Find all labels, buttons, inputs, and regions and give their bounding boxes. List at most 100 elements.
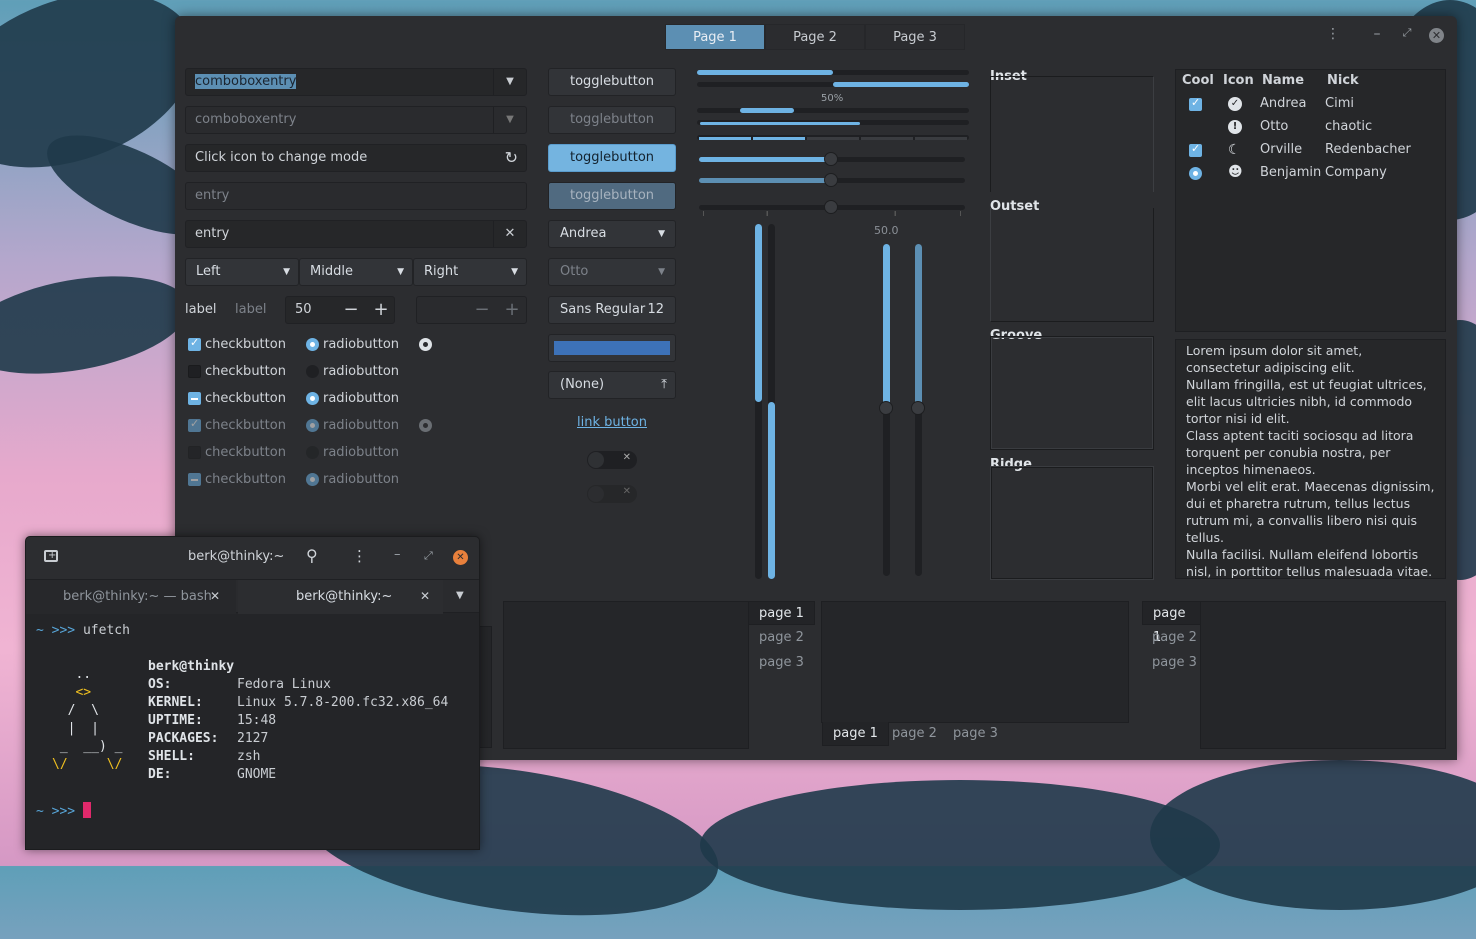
tree-row-radio[interactable] [1189,167,1202,180]
close-icon[interactable]: ✕ [453,550,468,565]
font-button[interactable]: Sans Regular 12 [548,296,676,324]
radio-mixed[interactable] [306,392,319,405]
terminal-content[interactable]: ~ >>> ufetch .. <> / \ | | _ __) _ \/ \/… [36,622,471,842]
plus-icon: + [504,299,520,320]
togglebutton-3-active[interactable]: togglebutton [548,144,676,172]
file-chooser-label: (None) [560,377,605,392]
vscale-fill [915,244,922,408]
notebook-tab-page-3[interactable]: page 3 [943,722,1008,746]
plus-icon[interactable]: + [366,297,396,323]
terminal-window: + berk@thinky:~ ⚲ ⋮ – ⤢ ✕ berk@thinky:~ … [25,536,480,850]
notebook-tab-page-2[interactable]: page 2 [749,626,814,650]
vscale-knob[interactable] [879,401,893,415]
terminal-tab-bash[interactable]: berk@thinky:~ — bash ✕ [26,580,236,614]
switch-knob [588,452,604,468]
sysinfo-row: DE: GNOME [148,767,277,782]
font-name: Sans Regular [560,302,646,317]
combo-right[interactable]: Right ▼ [413,258,527,286]
notebook-tab-page-2[interactable]: page 2 [1142,626,1207,650]
frame-groove [990,336,1154,450]
notebook-tab-page-3[interactable]: page 3 [1142,651,1207,675]
checkbox-mixed[interactable] [188,392,201,405]
terminal-tab-bar: berk@thinky:~ — bash ✕ berk@thinky:~ ✕ ▼ [26,579,479,614]
chevron-down-icon: ▼ [283,267,290,277]
spin-button[interactable]: 50 − + [285,296,395,324]
radio-unselected[interactable] [306,365,319,378]
chevron-down-icon: ▼ [397,267,404,277]
hscale-knob[interactable] [824,173,838,187]
combo-middle[interactable]: Middle ▼ [299,258,413,286]
check-circle-icon: ✓ [1228,97,1242,111]
radio-unselected-disabled [306,446,319,459]
tree-cell-name: Otto [1260,119,1289,134]
refresh-icon[interactable]: ↻ [505,145,518,171]
column-header-name[interactable]: Name [1262,73,1304,88]
radio-standalone[interactable] [419,338,432,351]
upload-icon: ⤒ [661,377,667,392]
notebook-tab-page-1[interactable]: page 1 [822,722,889,746]
checkbox-checked[interactable]: ✓ [188,336,201,351]
checkbox-checked-disabled: ✓ [188,417,201,432]
combo-andrea[interactable]: Andrea ▼ [548,220,676,248]
new-tab-icon[interactable]: + [44,550,58,562]
minus-icon[interactable]: − [336,297,366,323]
switch-off[interactable]: ✕ [587,451,637,469]
search-icon[interactable]: ⚲ [306,546,318,565]
tree-row-checkbox[interactable]: ✓ [1189,96,1202,111]
terminal-title: berk@thinky:~ [188,549,285,564]
chevron-down-icon[interactable]: ▼ [493,69,526,95]
radio-label: radiobutton [323,364,400,379]
mode-entry[interactable]: Click icon to change mode ↻ [185,144,527,172]
menu-kebab-icon[interactable]: ⋮ [352,547,367,565]
check-icon: ✓ [190,336,200,349]
text-view[interactable]: Lorem ipsum dolor sit amet, consectetur … [1175,339,1446,579]
column-header-nick[interactable]: Nick [1327,73,1359,88]
togglebutton-1[interactable]: togglebutton [548,68,676,96]
notebook-tab-page-1[interactable]: page 1 [749,601,815,625]
entry-placeholder[interactable]: entry [185,182,527,210]
combo-left[interactable]: Left ▼ [185,258,299,286]
close-icon[interactable]: ✕ [420,589,430,603]
notebook-tab-page-3[interactable]: page 3 [749,651,814,675]
tab-page-1[interactable]: Page 1 [665,24,765,50]
chevron-down-icon: ▼ [493,107,526,133]
file-chooser-button[interactable]: (None) ⤒ [548,371,676,399]
checkbox-unchecked[interactable] [188,365,201,378]
tree-row-checkbox[interactable]: ✓ [1189,142,1202,157]
wallpaper-palm [700,780,1220,910]
radio-selected[interactable] [306,338,319,351]
minimize-icon[interactable]: – [1369,26,1385,42]
tree-cell-nick: Cimi [1325,96,1354,111]
entry-field[interactable]: entry ✕ [185,220,527,248]
spin-value: 50 [295,302,312,317]
minimize-icon[interactable]: – [394,547,401,562]
hscale-knob[interactable] [824,152,838,166]
column-header-cool[interactable]: Cool [1182,73,1214,88]
notebook-tab-page-2[interactable]: page 2 [882,722,947,746]
vscale-knob[interactable] [911,401,925,415]
column-header-icon[interactable]: Icon [1223,73,1254,88]
cursor [82,802,91,818]
sysinfo-row: PACKAGES: 2127 [148,731,269,746]
combo-andrea-label: Andrea [560,226,607,241]
terminal-tab-active[interactable]: berk@thinky:~ ✕ [238,580,443,614]
close-icon[interactable]: ✕ [1429,28,1444,43]
tab-page-3[interactable]: Page 3 [865,24,965,50]
menu-kebab-icon[interactable]: ⋮ [1325,26,1341,42]
link-button[interactable]: link button [548,415,676,430]
restore-icon[interactable]: ⤢ [424,549,433,563]
clear-icon[interactable]: ✕ [493,221,526,247]
tree-cell-name: Benjamin [1260,165,1322,180]
combobox-entry[interactable]: comboboxentry ▼ [185,68,527,96]
notebook-tab-page-1[interactable]: page 1 [1142,601,1200,645]
command-line: ~ >>> [36,802,91,821]
label: label [185,302,217,317]
chevron-down-icon[interactable]: ▼ [456,590,464,601]
check-icon: ✓ [1191,96,1201,109]
tab-page-2[interactable]: Page 2 [765,24,865,50]
frame-outset [990,208,1154,322]
close-icon[interactable]: ✕ [210,589,220,603]
color-button[interactable] [548,334,676,362]
dash-icon [191,479,198,481]
restore-icon[interactable]: ⤢ [1399,26,1415,40]
